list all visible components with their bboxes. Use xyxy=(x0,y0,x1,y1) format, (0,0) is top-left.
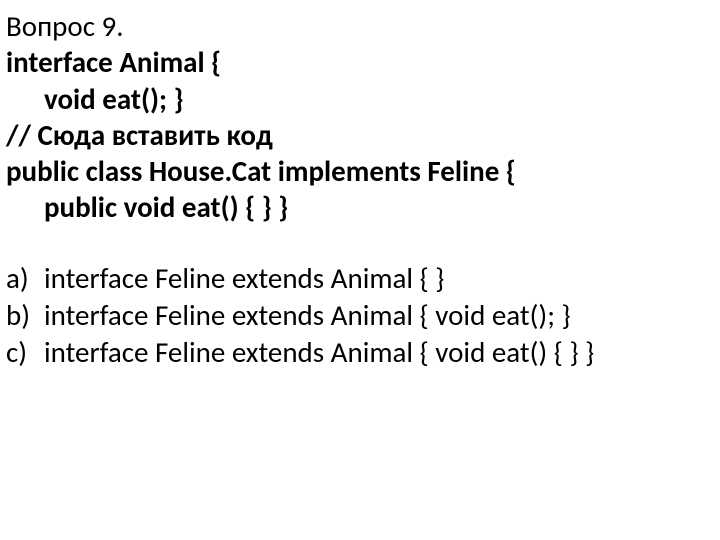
answer-label-a: a) xyxy=(6,260,44,297)
code-line-4: public class House.Cat implements Feline… xyxy=(6,153,710,189)
code-line-1: interface Animal { xyxy=(6,44,710,80)
code-line-5: public void eat() { } } xyxy=(6,189,710,225)
code-line-3: // Сюда вставить код xyxy=(6,117,710,153)
answer-label-b: b) xyxy=(6,297,44,334)
answer-option: c) interface Feline extends Animal { voi… xyxy=(6,334,710,371)
answer-option: a) interface Feline extends Animal { } xyxy=(6,260,710,297)
answer-text-c: interface Feline extends Animal { void e… xyxy=(44,334,710,371)
question-block: Вопрос 9. interface Animal { void eat();… xyxy=(6,8,710,226)
answer-label-c: c) xyxy=(6,334,44,371)
question-title: Вопрос 9. xyxy=(6,8,710,44)
answer-option: b) interface Feline extends Animal { voi… xyxy=(6,297,710,334)
answer-text-a: interface Feline extends Animal { } xyxy=(44,260,710,297)
answer-text-b: interface Feline extends Animal { void e… xyxy=(44,297,710,334)
answers-list: a) interface Feline extends Animal { } b… xyxy=(6,260,710,371)
slide-content: Вопрос 9. interface Animal { void eat();… xyxy=(0,0,720,540)
code-line-2: void eat(); } xyxy=(6,81,710,117)
